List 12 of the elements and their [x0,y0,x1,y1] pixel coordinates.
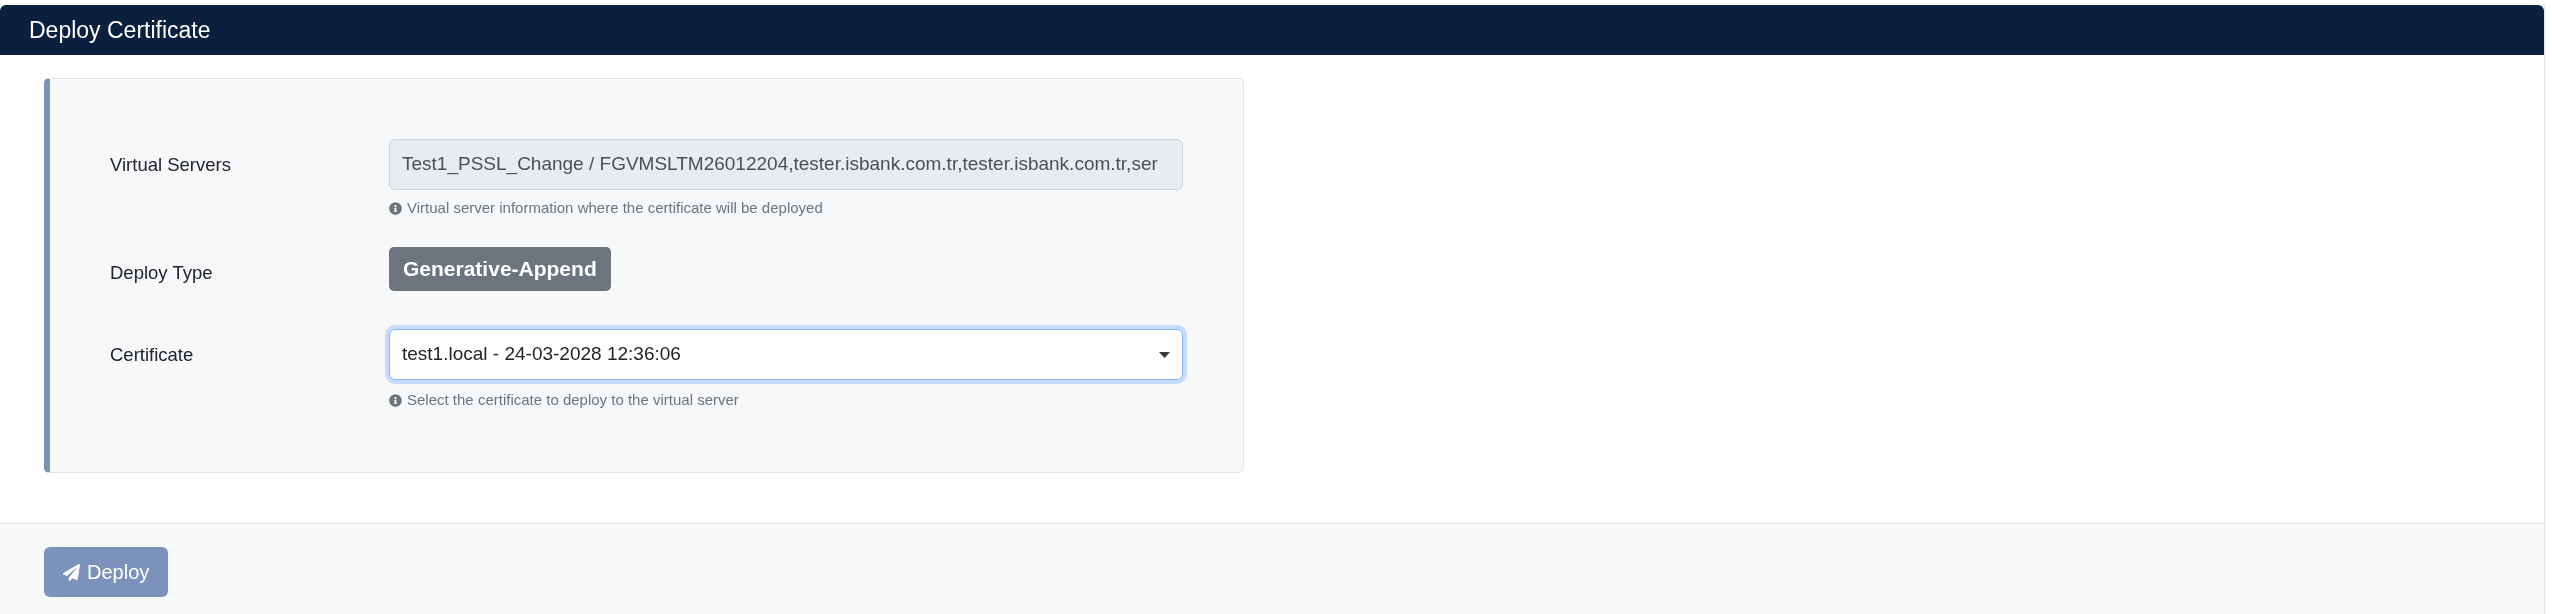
paper-plane-icon [63,563,80,581]
field-label: Deploy Type [110,261,213,286]
modal-title: Deploy Certificate [29,15,211,45]
info-icon [389,393,402,407]
info-icon [389,201,402,215]
deploy-type-badge: Generative-Append [389,247,611,291]
field-label: Virtual Servers [110,152,231,177]
help-text: Virtual server information where the certificate will be deployed [407,199,823,217]
field-label: Certificate [110,342,194,367]
virtual-servers-field[interactable]: Test1_PSSL_Change / FGVMSLTM26012204,tester.isbank.com.tr,tester.isbank.com.tr,ser [389,139,1183,190]
caret-icon [1159,351,1170,358]
help-text: Select the certificate to deploy to the virtual server [407,391,739,409]
